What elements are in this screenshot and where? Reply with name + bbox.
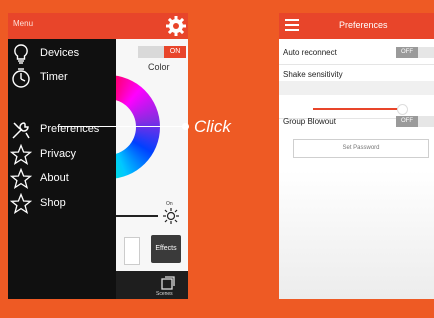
menu-item-label: Shop bbox=[40, 197, 66, 209]
group-blowout-toggle[interactable]: OFF bbox=[396, 116, 434, 127]
auto-reconnect-label: Auto reconnect bbox=[283, 48, 337, 57]
scenes-tab[interactable]: Scenes bbox=[116, 271, 188, 299]
slider-thumb[interactable] bbox=[396, 104, 408, 115]
power-toggle[interactable]: ON bbox=[138, 46, 186, 58]
divider bbox=[279, 64, 434, 65]
power-toggle-on-label: ON bbox=[164, 46, 186, 58]
pointer-dot bbox=[182, 123, 189, 130]
pointer-line bbox=[60, 126, 185, 127]
menu-item-privacy[interactable]: Privacy bbox=[10, 144, 114, 165]
menu-item-label: Privacy bbox=[40, 148, 77, 160]
scenes-icon bbox=[161, 276, 175, 290]
drawer-header: Menu bbox=[8, 13, 116, 39]
set-password-button[interactable]: Set Password bbox=[293, 139, 429, 158]
right-phone-screen: Preferences Auto reconnect OFF Shake sen… bbox=[279, 13, 434, 299]
left-phone-screen: ON Color On Effects Scenes Menu Devices … bbox=[8, 13, 188, 299]
menu-item-about[interactable]: About bbox=[10, 168, 114, 189]
bulb-icon bbox=[14, 44, 28, 64]
white-color-button[interactable] bbox=[124, 237, 140, 265]
menu-item-shop[interactable]: Shop bbox=[10, 193, 114, 214]
timer-icon bbox=[12, 68, 30, 88]
group-blowout-label: Group Blowout bbox=[283, 117, 336, 126]
menu-item-label: Devices bbox=[40, 47, 80, 59]
auto-reconnect-toggle[interactable]: OFF bbox=[396, 47, 434, 58]
scenes-label: Scenes bbox=[156, 291, 173, 297]
page-title: Preferences bbox=[339, 20, 388, 30]
menu-item-devices[interactable]: Devices bbox=[10, 43, 114, 64]
effects-button[interactable]: Effects bbox=[151, 235, 181, 263]
star-icon bbox=[10, 193, 32, 214]
toggle-off-label: OFF bbox=[396, 116, 418, 127]
hamburger-menu-icon[interactable] bbox=[285, 19, 299, 31]
star-icon bbox=[10, 144, 32, 165]
wrench-icon bbox=[12, 122, 30, 139]
toggle-off-label: OFF bbox=[396, 47, 418, 58]
navigation-drawer: Menu Devices Timer Preferences Privacy A… bbox=[8, 13, 116, 299]
color-label: Color bbox=[148, 62, 170, 72]
menu-item-label: Preferences bbox=[40, 123, 100, 135]
drawer-title: Menu bbox=[13, 19, 34, 28]
preferences-header: Preferences bbox=[279, 13, 434, 39]
star-icon bbox=[10, 168, 32, 189]
shake-sensitivity-slider[interactable] bbox=[313, 108, 407, 110]
sun-icon bbox=[163, 208, 179, 224]
menu-item-label: Timer bbox=[40, 71, 68, 83]
menu-item-timer[interactable]: Timer bbox=[10, 67, 114, 88]
gear-icon[interactable] bbox=[164, 14, 188, 38]
shake-sensitivity-label: Shake sensitivity bbox=[283, 70, 343, 79]
menu-item-label: About bbox=[40, 172, 69, 184]
click-annotation: Click bbox=[194, 117, 231, 136]
shake-section bbox=[279, 81, 434, 95]
menu-item-preferences[interactable]: Preferences bbox=[10, 119, 114, 139]
brightness-slider[interactable] bbox=[116, 215, 158, 217]
